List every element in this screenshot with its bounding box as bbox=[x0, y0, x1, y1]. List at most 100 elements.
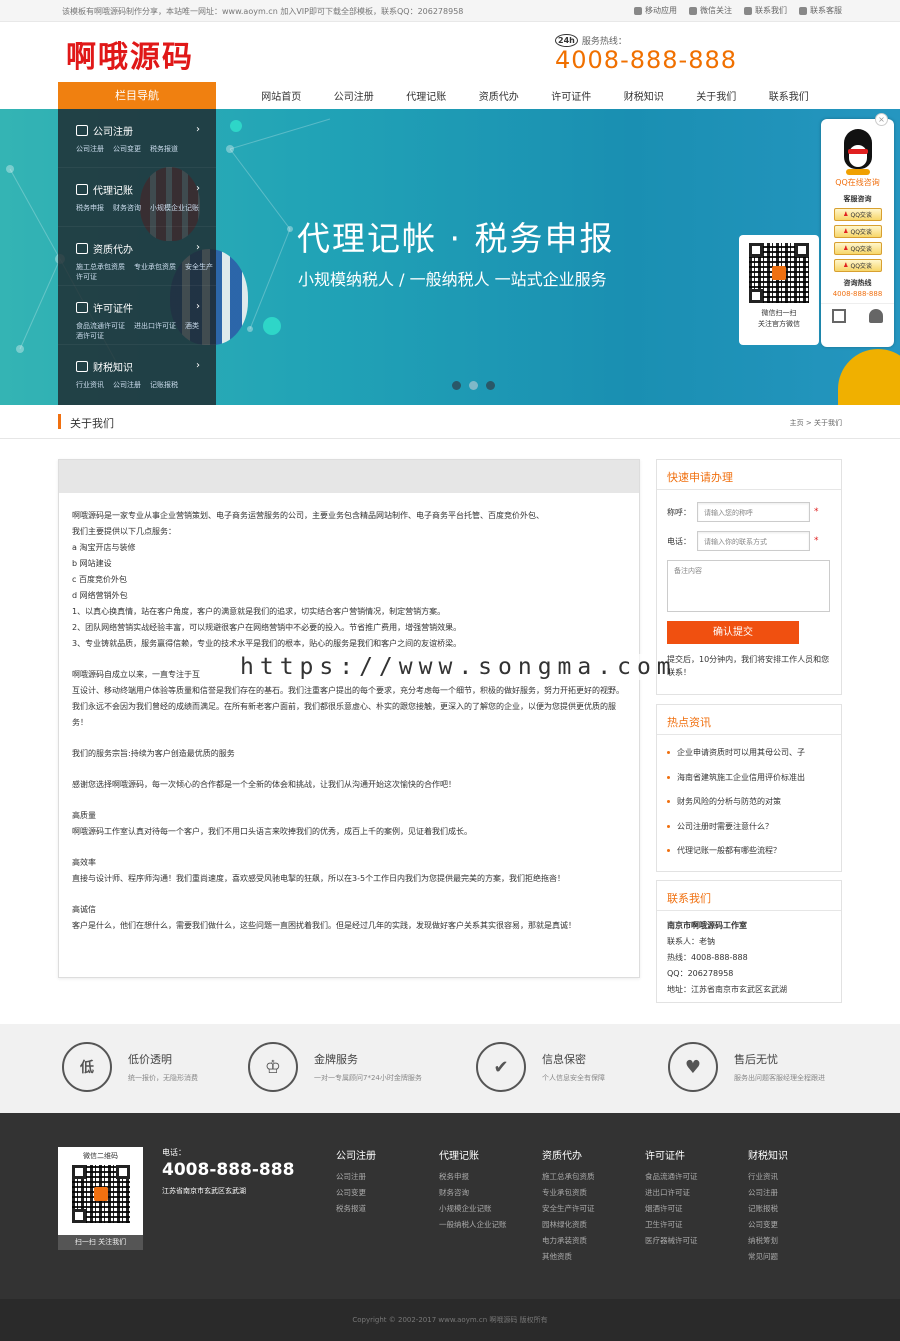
about-line: d 网络营销外包 bbox=[72, 591, 128, 600]
qq-chat-button[interactable]: ♟ QQ交谈 bbox=[833, 208, 882, 221]
about-line: 1、以真心换真情，站在客户角度，客户的满意就是我们的追求，切实结合客户营销情况，… bbox=[72, 607, 446, 616]
side-menu-license[interactable]: 许可证件 › 食品流通许可证 进出口许可证 酒类酒许可证 bbox=[58, 286, 216, 345]
chevron-right-icon: › bbox=[196, 360, 200, 371]
news-item[interactable]: 代理记账一般都有哪些流程？ bbox=[667, 839, 841, 864]
carousel-dot[interactable] bbox=[452, 381, 461, 390]
main-nav: 网站首页 公司注册 代理记账 资质代办 许可证件 财税知识 关于我们 联系我们 bbox=[245, 82, 825, 109]
category-nav-title[interactable]: 栏目导航 bbox=[58, 82, 216, 109]
qq-chat-button[interactable]: ♟ QQ交谈 bbox=[833, 259, 882, 272]
footer-col-tax: 财税知识 行业资讯 公司注册 记账报税 公司变更 纳税筹划 常见问题 bbox=[748, 1151, 788, 1261]
hero-banner: 公司注册 › 公司注册 公司变更 税务报道 代理记账 › 税务申报 财务咨询 小规模企业… bbox=[0, 109, 900, 405]
qr-code-icon[interactable] bbox=[832, 309, 847, 323]
about-slogan: 我们的服务宗旨:持续为客户创造最优质的服务 bbox=[72, 749, 235, 758]
contact-person: 联系人：老钠 bbox=[667, 937, 715, 946]
mobile-icon bbox=[634, 6, 642, 15]
copyright: Copyright © 2002-2017 www.aoym.cn 啊哦源码 版… bbox=[0, 1299, 900, 1341]
bell-icon[interactable] bbox=[868, 309, 883, 323]
about-paragraph: 互设计、移动终端用户体验等质量和信誉是我们存在的基石。我们注重客户提出的每个要求… bbox=[72, 686, 624, 727]
phone-icon bbox=[744, 6, 752, 15]
top-link-mobile[interactable]: 移动应用 bbox=[634, 5, 677, 16]
news-item[interactable]: 企业申请资质时可以用其母公司、子 bbox=[667, 741, 841, 766]
low-price-icon: 低 bbox=[62, 1042, 112, 1092]
certificate-icon bbox=[76, 243, 88, 254]
qq-icon: ♟ bbox=[843, 262, 849, 269]
contact-qq: QQ：206278958 bbox=[667, 969, 734, 978]
footer-col-register: 公司注册 公司注册 公司变更 税务报道 bbox=[336, 1151, 376, 1213]
nav-about[interactable]: 关于我们 bbox=[680, 88, 753, 103]
footer-tel-number: 4008-888-888 bbox=[162, 1160, 295, 1180]
side-menu-bookkeeping[interactable]: 代理记账 › 税务申报 财务咨询 小规模企业记账 bbox=[58, 168, 216, 227]
chevron-right-icon: › bbox=[196, 301, 200, 312]
qq-online-panel: × QQ在线咨询 客服咨询 ♟ QQ交谈 ♟ QQ交谈 ♟ QQ交谈 ♟ QQ交谈 咨询… bbox=[821, 113, 894, 347]
wechat-qr-box: 微信扫一扫 关注官方微信 bbox=[739, 235, 819, 345]
top-links: 移动应用 微信关注 联系我们 联系客服 bbox=[634, 5, 842, 16]
footer-qr: 微信二维码 扫一扫 关注我们 bbox=[58, 1147, 143, 1250]
nav-home[interactable]: 网站首页 bbox=[245, 88, 318, 103]
news-item[interactable]: 财务风险的分析与防范的对策 bbox=[667, 790, 841, 815]
submit-button[interactable]: 确认提交 bbox=[667, 621, 799, 644]
qq-icon: ♟ bbox=[843, 245, 849, 252]
footer-qr-title: 微信二维码 bbox=[83, 1152, 118, 1160]
section-title: 关于我们 bbox=[70, 417, 114, 430]
quick-apply-title: 快速申请办理 bbox=[657, 460, 841, 490]
nav-qualification[interactable]: 资质代办 bbox=[463, 88, 536, 103]
breadcrumb[interactable]: 主页 > 关于我们 bbox=[790, 418, 842, 428]
side-menu-tax-knowledge[interactable]: 财税知识 › 行业资讯 公司注册 记账报税 bbox=[58, 345, 216, 404]
news-item[interactable]: 海南省建筑施工企业信用评价标准出 bbox=[667, 766, 841, 791]
news-item[interactable]: 公司注册时需要注意什么？ bbox=[667, 815, 841, 840]
hotline-number: 4008-888-888 bbox=[555, 46, 738, 74]
name-label: 称呼： bbox=[667, 507, 691, 517]
qq-icon: ♟ bbox=[843, 211, 849, 218]
side-menu-company-register[interactable]: 公司注册 › 公司注册 公司变更 税务报道 bbox=[58, 109, 216, 168]
chevron-right-icon: › bbox=[196, 183, 200, 194]
phone-label: 电话： bbox=[667, 536, 691, 546]
nav-bookkeeping[interactable]: 代理记账 bbox=[390, 88, 463, 103]
efficiency-text: 直接与设计师、程序师沟通！我们重尚速度，喜欢感受风驰电掣的狂飙，所以在3-5个工… bbox=[72, 874, 566, 883]
feature-gold-service: ♔ 金牌服务 一对一专属顾问7*24小时金牌服务 bbox=[248, 1042, 422, 1092]
site-notice: 该模板有啊哦源码制作分享，本站唯一网址：www.aoym.cn 加入VIP即可下… bbox=[62, 7, 464, 16]
about-thanks: 感谢您选择啊哦源码，每一次倾心的合作都是一个全新的体会和挑战，让我们从沟通开始这… bbox=[72, 780, 456, 789]
top-link-service[interactable]: 联系客服 bbox=[799, 5, 842, 16]
qq-chat-button[interactable]: ♟ QQ交谈 bbox=[833, 225, 882, 238]
quality-heading: 高质量 bbox=[72, 811, 96, 820]
footer: 微信二维码 扫一扫 关注我们 电话： 4008-888-888 江苏省南京市玄武… bbox=[0, 1113, 900, 1299]
name-input[interactable]: 请输入您的称呼 bbox=[697, 502, 810, 522]
nav-tax-knowledge[interactable]: 财税知识 bbox=[608, 88, 681, 103]
qq-hotline-number: 4008-888-888 bbox=[832, 290, 883, 298]
about-line: 2、团队网络营销实战经验丰富，可以规避很客户在网络营销中不必要的投入。节省推广费… bbox=[72, 623, 462, 632]
headset-icon bbox=[799, 6, 807, 15]
about-line: a 淘宝开店与装修 bbox=[72, 543, 136, 552]
wechat-icon bbox=[689, 6, 697, 15]
phone-input[interactable]: 请输入你的联系方式 bbox=[697, 531, 810, 551]
carousel-dot[interactable] bbox=[486, 381, 495, 390]
about-line: c 百度竞价外包 bbox=[72, 575, 127, 584]
contact-title: 联系我们 bbox=[657, 881, 841, 911]
top-link-contact[interactable]: 联系我们 bbox=[744, 5, 787, 16]
nav-company-register[interactable]: 公司注册 bbox=[318, 88, 391, 103]
side-menu-qualification[interactable]: 资质代办 › 施工总承包资质 专业承包资质 安全生产许可证 bbox=[58, 227, 216, 286]
integrity-heading: 高诚信 bbox=[72, 905, 96, 914]
banner-title: 代理记帐 · 税务申报 bbox=[297, 219, 615, 258]
qq-icon: ♟ bbox=[843, 228, 849, 235]
watermark-text: https://www.songma.com bbox=[240, 654, 677, 680]
nav-contact[interactable]: 联系我们 bbox=[753, 88, 826, 103]
quick-apply-box: 快速申请办理 称呼： 请输入您的称呼 * 电话： 请输入你的联系方式 * 备注内… bbox=[656, 459, 842, 695]
contact-address: 地址：江苏省南京市玄武区玄武湖 bbox=[667, 985, 787, 994]
nav-license[interactable]: 许可证件 bbox=[535, 88, 608, 103]
qq-hotline-label: 咨询热线 bbox=[843, 279, 872, 287]
site-logo[interactable]: 啊哦源码 bbox=[66, 32, 194, 76]
hot-news-box: 热点资讯 企业申请资质时可以用其母公司、子 海南省建筑施工企业信用评价标准出 财… bbox=[656, 704, 842, 872]
about-body: 啊哦源码是一家专业从事企业营销策划、电子商务运营服务的公司，主要业务包含精品网站… bbox=[59, 493, 639, 934]
chevron-right-icon: › bbox=[196, 124, 200, 135]
footer-col-bookkeeping: 代理记账 税务申报 财务咨询 小规模企业记账 一般纳税人企业记账 bbox=[439, 1151, 507, 1229]
banner-subtitle: 小规模纳税人 / 一般纳税人 一站式企业服务 bbox=[298, 270, 607, 289]
hot-news-title: 热点资讯 bbox=[657, 705, 841, 735]
note-textarea[interactable]: 备注内容 bbox=[667, 560, 830, 612]
top-bar: 该模板有啊哦源码制作分享，本站唯一网址：www.aoym.cn 加入VIP即可下… bbox=[0, 0, 900, 22]
carousel-dot[interactable] bbox=[469, 381, 478, 390]
header-hotline: 24h 服务热线： 4008-888-888 bbox=[555, 34, 737, 74]
close-icon[interactable]: × bbox=[875, 113, 888, 126]
shield-icon: ✔ bbox=[476, 1042, 526, 1092]
qq-chat-button[interactable]: ♟ QQ交谈 bbox=[833, 242, 882, 255]
top-link-wechat[interactable]: 微信关注 bbox=[689, 5, 732, 16]
